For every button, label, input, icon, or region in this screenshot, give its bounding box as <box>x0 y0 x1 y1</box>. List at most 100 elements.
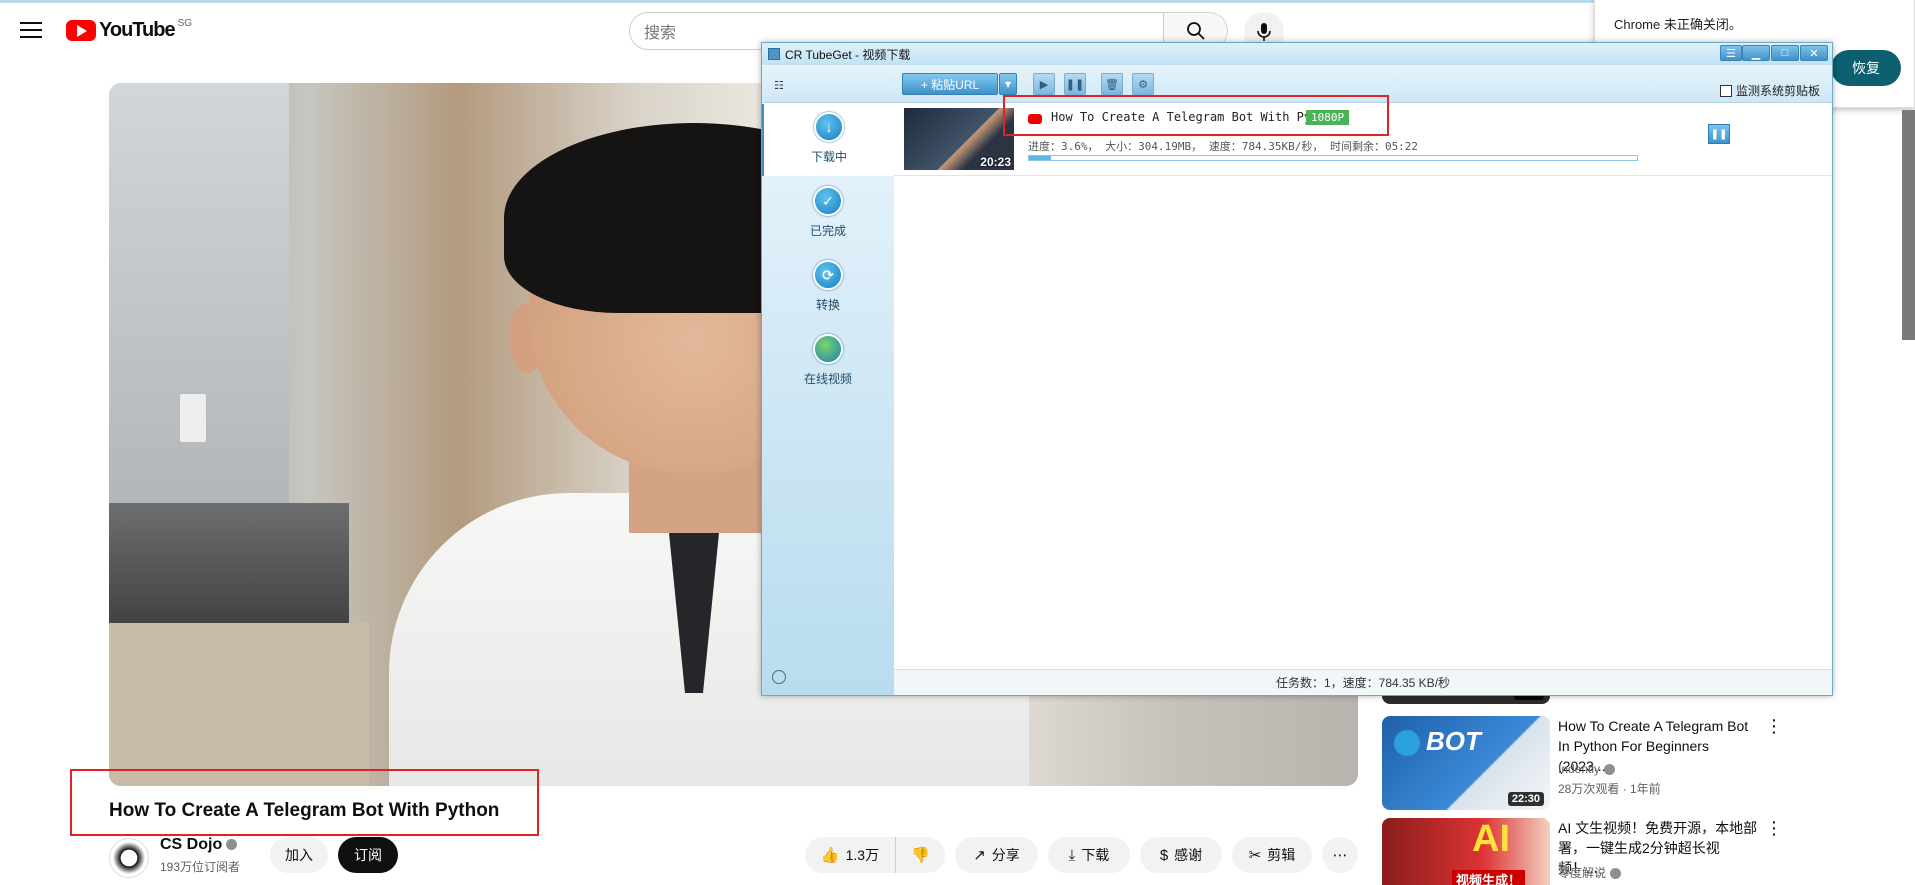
minimize-button[interactable]: ▁ <box>1742 45 1770 61</box>
dislike-button[interactable]: 👎 <box>895 837 945 873</box>
menu-icon[interactable] <box>18 18 44 44</box>
recommendation-channel[interactable]: Indently <box>1558 762 1616 776</box>
search-icon <box>1186 22 1205 40</box>
recommendation-thumbnail[interactable]: BOT 22:30 <box>1382 716 1550 810</box>
recommendation-thumbnail-2[interactable]: AI 视频生成！ <box>1382 818 1550 885</box>
task-duration: 20:23 <box>980 155 1011 169</box>
recommendation-title-2-line1[interactable]: AI 文生视频！免费开源，本地部 <box>1558 820 1757 836</box>
recommendation-menu-icon[interactable]: ⋮ <box>1765 716 1783 737</box>
page-scrollbar[interactable] <box>1902 110 1915 340</box>
globe-icon <box>813 334 843 364</box>
region-code: SG <box>177 17 193 29</box>
start-icon[interactable]: ▶ <box>1033 73 1055 95</box>
channel-name[interactable]: CS Dojo <box>160 836 222 853</box>
close-button[interactable]: ✕ <box>1800 45 1828 61</box>
youtube-play-icon <box>66 19 96 41</box>
subscriber-count: 193万位订阅者 <box>160 860 241 874</box>
maximize-button[interactable]: □ <box>1771 45 1799 61</box>
telegram-icon <box>1394 730 1420 756</box>
clip-label: 剪辑 <box>1267 847 1296 863</box>
sidebar-item-convert[interactable]: ⟳ 转换 <box>762 260 894 313</box>
recommendation-meta: 28万次观看 · 1年前 <box>1558 782 1661 796</box>
restore-button[interactable]: 恢复 <box>1831 50 1901 86</box>
task-list: 20:23 How To Create A Telegram Bot With … <box>894 104 1832 669</box>
clock-icon[interactable] <box>772 670 786 684</box>
convert-icon: ⟳ <box>813 260 843 290</box>
chrome-crash-message: Chrome 未正确关闭。 <box>1614 17 1742 32</box>
channel-avatar[interactable] <box>109 838 149 878</box>
paste-url-label: + 粘贴URL <box>920 77 980 92</box>
thumb-subtext-2: 视频生成！ <box>1452 870 1526 885</box>
monitor-label: 监测系统剪贴板 <box>1735 84 1820 98</box>
like-count: 1.3万 <box>845 847 880 863</box>
monitor-clipboard-checkbox[interactable]: 监测系统剪贴板 <box>1719 82 1820 99</box>
sidebar-item-label: 转换 <box>815 298 840 312</box>
video-title: How To Create A Telegram Bot With Python <box>109 800 500 821</box>
menu-icon-button[interactable]: ☰ <box>1720 45 1742 61</box>
check-icon: ✓ <box>813 186 843 216</box>
thanks-button[interactable]: $ 感谢 <box>1140 837 1222 873</box>
download-icon: ⤓ <box>1068 846 1076 864</box>
wall-outlet <box>179 393 207 443</box>
delete-icon[interactable]: 🗑 <box>1101 73 1123 95</box>
thumbs-up-icon: 👍 <box>820 847 840 864</box>
sidebar-item-completed[interactable]: ✓ 已完成 <box>762 186 894 239</box>
join-button[interactable]: 加入 <box>270 837 328 873</box>
task-thumbnail: 20:23 <box>904 108 1014 170</box>
window-title: CR TubeGet - 视频下载 <box>785 47 911 62</box>
verified-icon <box>1604 764 1616 776</box>
thumb-text: BOT <box>1426 726 1481 756</box>
app-icon <box>768 48 780 60</box>
recommendation-channel-2[interactable]: 零度解说 <box>1558 864 1622 881</box>
tubeget-titlebar[interactable]: CR TubeGet - 视频下载 ☰ ▁ □ ✕ <box>762 43 1832 65</box>
thumbs-down-icon: 👎 <box>911 847 930 864</box>
youtube-logo[interactable]: YouTube SG <box>66 18 192 42</box>
task-progress-text: 进度：3.6%， 大小：304.19MB， 速度：784.35KB/秒， 时间剩… <box>1028 140 1419 153</box>
pause-task-button[interactable]: ❚❚ <box>1708 124 1730 144</box>
tubeget-window: CR TubeGet - 视频下载 ☰ ▁ □ ✕ ☷ + 粘贴URL ▾ ▶ … <box>761 42 1833 696</box>
share-button[interactable]: ↗ 分享 <box>955 837 1038 873</box>
sidebar-item-downloading[interactable]: ↓ 下载中 <box>762 104 894 176</box>
clip-button[interactable]: ✂ 剪辑 <box>1232 837 1312 873</box>
channel-name-row[interactable]: CS Dojo <box>160 836 238 854</box>
more-icon: ⋯ <box>1332 847 1348 864</box>
search-placeholder: 搜索 <box>644 25 677 42</box>
task-progress-fill <box>1029 156 1051 160</box>
checkbox-box[interactable] <box>1719 84 1732 97</box>
like-button[interactable]: 👍 1.3万 <box>805 837 895 873</box>
sidebar-item-label: 在线视频 <box>803 372 852 386</box>
verified-icon <box>226 839 238 851</box>
paste-url-button[interactable]: + 粘贴URL <box>902 73 998 95</box>
more-actions-button[interactable]: ⋯ <box>1322 837 1358 873</box>
logo-text: YouTube <box>99 18 176 41</box>
sidebar-item-label: 已完成 <box>809 224 846 238</box>
pause-all-icon[interactable]: ❚❚ <box>1064 73 1086 95</box>
recommendation-channel-2-name[interactable]: 零度解说 <box>1558 866 1606 880</box>
recommendation-title-line1[interactable]: How To Create A Telegram Bot <box>1558 718 1748 734</box>
status-bar: 任务数：1，速度：784.35 KB/秒 <box>894 669 1832 695</box>
task-highlight-box <box>1003 95 1389 136</box>
thumb-text-2: AI <box>1472 818 1510 860</box>
recommendation-menu-icon-2[interactable]: ⋮ <box>1765 818 1783 839</box>
settings-icon[interactable]: ⚙ <box>1132 73 1154 95</box>
share-icon: ↗ <box>973 847 986 864</box>
verified-icon <box>1610 868 1622 880</box>
tubeget-sidebar: ↓ 下载中 ✓ 已完成 ⟳ 转换 在线视频 <box>762 104 894 695</box>
thanks-icon: $ <box>1159 846 1169 864</box>
microphone-icon <box>1257 23 1271 41</box>
download-icon: ↓ <box>814 112 844 142</box>
download-button[interactable]: ⤓ 下载 <box>1048 837 1130 873</box>
status-text: 任务数：1，速度：784.35 KB/秒 <box>1275 676 1451 690</box>
download-label: 下载 <box>1081 847 1110 863</box>
sidebar-item-online-video[interactable]: 在线视频 <box>762 334 894 387</box>
thanks-label: 感谢 <box>1174 847 1203 863</box>
sidebar-item-label: 下载中 <box>810 150 847 164</box>
task-progress-bar <box>1028 155 1638 161</box>
subscribe-button[interactable]: 订阅 <box>338 837 398 873</box>
list-view-icon[interactable]: ☷ <box>774 79 784 92</box>
duration-badge: 22:30 <box>1507 792 1544 806</box>
scissors-icon: ✂ <box>1248 847 1262 864</box>
recommendation-channel-name[interactable]: Indently <box>1558 762 1600 776</box>
paste-url-dropdown[interactable]: ▾ <box>999 73 1017 95</box>
share-label: 分享 <box>991 847 1020 863</box>
